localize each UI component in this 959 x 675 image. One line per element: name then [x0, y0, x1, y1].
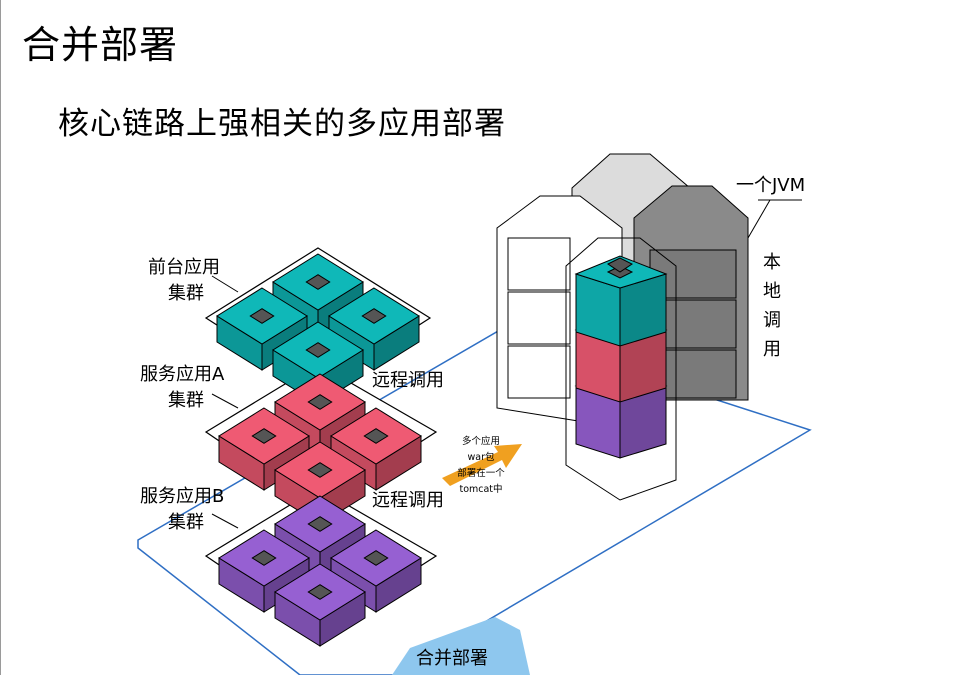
local-call-label: 本 地 调 用 — [763, 252, 781, 360]
jvm-label: 一个JVM — [736, 175, 806, 196]
service-a-cluster-label: 服务应用A 集群 — [140, 364, 225, 411]
deployment-diagram — [137, 153, 812, 675]
service-b-cluster-label: 服务应用B 集群 — [140, 486, 225, 533]
bottom-merge-label: 合并部署 — [416, 648, 488, 669]
arrow-note: 多个应用 war包 部署在一个 tomcat中 — [457, 436, 505, 495]
remote-call-label-upper: 远程调用 — [372, 370, 444, 391]
capsule-placeholder-box-2 — [507, 291, 571, 345]
jvm-label-pointer — [747, 199, 771, 239]
capsule-placeholder-box-3 — [507, 345, 571, 399]
capsule-placeholder-box-1 — [507, 237, 571, 291]
remote-call-label-lower: 远程调用 — [372, 490, 444, 511]
frontend-cluster-label: 前台应用 集群 — [148, 257, 220, 304]
